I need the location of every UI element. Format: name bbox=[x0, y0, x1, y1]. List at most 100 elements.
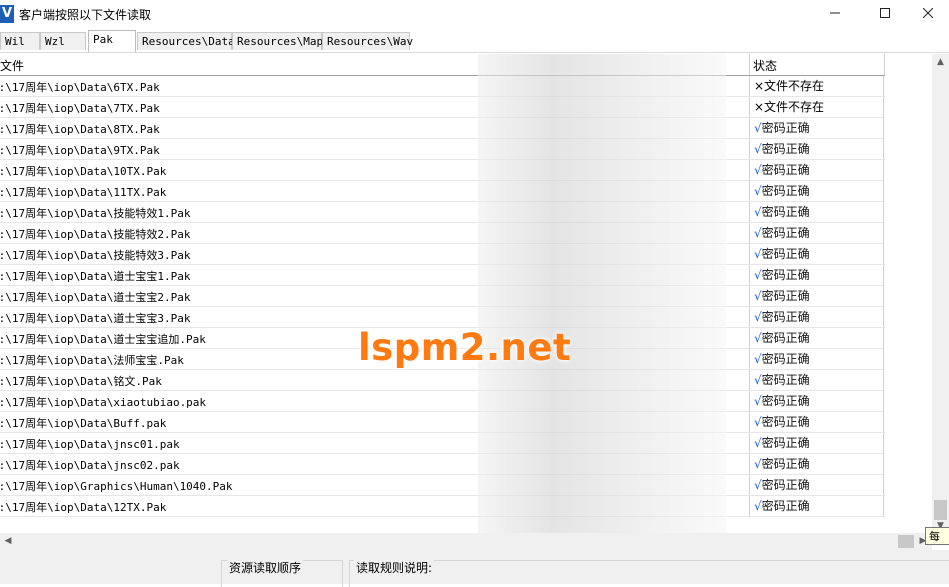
status-ok: √密码正确 bbox=[749, 370, 884, 390]
header-divider[interactable] bbox=[749, 54, 750, 75]
table-row[interactable]: D:\17周年\iop\Data\7TX.Pak ×文件不存在 bbox=[0, 97, 885, 118]
close-icon bbox=[922, 7, 934, 19]
table-row[interactable]: D:\17周年\iop\Data\jnsc01.pak √密码正确 bbox=[0, 433, 885, 454]
maximize-icon bbox=[880, 8, 890, 18]
scroll-left-icon[interactable]: ◀ bbox=[0, 533, 16, 550]
table-row[interactable]: D:\17周年\iop\Data\道士宝宝2.Pak √密码正确 bbox=[0, 286, 885, 307]
check-icon: √ bbox=[754, 457, 762, 471]
check-icon: √ bbox=[754, 289, 762, 303]
vertical-scroll-thumb[interactable] bbox=[934, 500, 947, 520]
bottom-panel: 资源读取顺序 读取规则说明: bbox=[0, 550, 949, 587]
file-path: D:\17周年\iop\Data\12TX.Pak bbox=[0, 501, 167, 514]
check-icon: √ bbox=[754, 247, 762, 261]
status-ok: √密码正确 bbox=[749, 160, 884, 180]
check-icon: √ bbox=[754, 142, 762, 156]
status-ok: √密码正确 bbox=[749, 475, 884, 495]
check-icon: √ bbox=[754, 226, 762, 240]
horizontal-scrollbar[interactable]: ◀ ▶ bbox=[0, 533, 932, 550]
file-path: D:\17周年\iop\Data\铭文.Pak bbox=[0, 375, 162, 388]
table-row[interactable]: D:\17周年\iop\Data\技能特效3.Pak √密码正确 bbox=[0, 244, 885, 265]
file-path: D:\17周年\iop\Data\xiaotubiao.pak bbox=[0, 396, 207, 409]
tab-resources-map[interactable]: Resources\Map bbox=[232, 32, 323, 50]
watermark: lspm2.net bbox=[358, 326, 572, 369]
table-row[interactable]: D:\17周年\iop\Data\道士宝宝1.Pak √密码正确 bbox=[0, 265, 885, 286]
status-ok: √密码正确 bbox=[749, 139, 884, 159]
minimize-icon bbox=[830, 12, 840, 14]
window-title: 客户端按照以下文件读取 bbox=[19, 8, 152, 22]
status-ok: √密码正确 bbox=[749, 118, 884, 138]
status-ok: √密码正确 bbox=[749, 454, 884, 474]
file-path: D:\17周年\iop\Data\Buff.pak bbox=[0, 417, 167, 430]
file-path: D:\17周年\iop\Graphics\Human\1040.Pak bbox=[0, 480, 233, 493]
table-row[interactable]: D:\17周年\iop\Graphics\Human\1040.Pak √密码正确 bbox=[0, 475, 885, 496]
check-icon: √ bbox=[754, 394, 762, 408]
status-ok: √密码正确 bbox=[749, 307, 884, 327]
table-row[interactable]: D:\17周年\iop\Data\Buff.pak √密码正确 bbox=[0, 412, 885, 433]
horizontal-scroll-thumb[interactable] bbox=[898, 535, 914, 548]
file-path: D:\17周年\iop\Data\道士宝宝1.Pak bbox=[0, 270, 191, 283]
group-label-rules: 读取规则说明: bbox=[354, 559, 435, 576]
blurred-column bbox=[478, 54, 726, 534]
check-icon: √ bbox=[754, 268, 762, 282]
file-path: D:\17周年\iop\Data\法师宝宝.Pak bbox=[0, 354, 184, 367]
check-icon: √ bbox=[754, 436, 762, 450]
status-ok: √密码正确 bbox=[749, 202, 884, 222]
tab-bar: Wil Wzl Pak Resources\Data Resources\Map… bbox=[0, 30, 949, 53]
table-row[interactable]: D:\17周年\iop\Data\8TX.Pak √密码正确 bbox=[0, 118, 885, 139]
maximize-button[interactable] bbox=[862, 0, 908, 28]
file-path: D:\17周年\iop\Data\10TX.Pak bbox=[0, 165, 167, 178]
file-path: D:\17周年\iop\Data\道士宝宝3.Pak bbox=[0, 312, 191, 325]
minimize-button[interactable] bbox=[812, 0, 858, 28]
tab-resources-data[interactable]: Resources\Data bbox=[137, 32, 235, 50]
check-icon: √ bbox=[754, 352, 762, 366]
list-header: 文件 状态 bbox=[0, 54, 885, 76]
file-path: D:\17周年\iop\Data\jnsc02.pak bbox=[0, 459, 180, 472]
table-row[interactable]: D:\17周年\iop\Data\6TX.Pak ×文件不存在 bbox=[0, 76, 885, 97]
check-icon: √ bbox=[754, 373, 762, 387]
table-row[interactable]: D:\17周年\iop\Data\9TX.Pak √密码正确 bbox=[0, 139, 885, 160]
table-row[interactable]: D:\17周年\iop\Data\xiaotubiao.pak √密码正确 bbox=[0, 391, 885, 412]
table-row[interactable]: D:\17周年\iop\Data\道士宝宝3.Pak √密码正确 bbox=[0, 307, 885, 328]
table-row[interactable]: D:\17周年\iop\Data\铭文.Pak √密码正确 bbox=[0, 370, 885, 391]
tab-wil[interactable]: Wil bbox=[0, 32, 40, 50]
file-path: D:\17周年\iop\Data\8TX.Pak bbox=[0, 123, 160, 136]
app-icon: V bbox=[0, 5, 14, 23]
status-missing: ×文件不存在 bbox=[749, 97, 884, 117]
header-status[interactable]: 状态 bbox=[753, 57, 777, 74]
header-divider[interactable] bbox=[884, 54, 885, 75]
table-row[interactable]: D:\17周年\iop\Data\技能特效1.Pak √密码正确 bbox=[0, 202, 885, 223]
file-list[interactable]: 文件 状态 D:\17周年\iop\Data\6TX.Pak ×文件不存在 D:\1… bbox=[0, 54, 930, 534]
file-path: D:\17周年\iop\Data\道士宝宝2.Pak bbox=[0, 291, 191, 304]
table-row[interactable]: D:\17周年\iop\Data\12TX.Pak √密码正确 bbox=[0, 496, 885, 517]
status-ok: √密码正确 bbox=[749, 181, 884, 201]
tooltip: 每一 bbox=[925, 527, 949, 561]
status-ok: √密码正确 bbox=[749, 349, 884, 369]
tab-wzl[interactable]: Wzl bbox=[40, 32, 86, 50]
close-button[interactable] bbox=[905, 0, 949, 28]
header-file[interactable]: 文件 bbox=[0, 57, 24, 74]
table-row[interactable]: D:\17周年\iop\Data\11TX.Pak √密码正确 bbox=[0, 181, 885, 202]
group-box-rules bbox=[349, 560, 949, 587]
check-icon: √ bbox=[754, 331, 762, 345]
check-icon: √ bbox=[754, 499, 762, 513]
file-path: D:\17周年\iop\Data\7TX.Pak bbox=[0, 102, 160, 115]
scroll-up-icon[interactable]: ▲ bbox=[932, 54, 949, 70]
file-path: D:\17周年\iop\Data\道士宝宝追加.Pak bbox=[0, 333, 206, 346]
vertical-scrollbar[interactable]: ▲ ▼ bbox=[932, 54, 949, 534]
table-row[interactable]: D:\17周年\iop\Data\技能特效2.Pak √密码正确 bbox=[0, 223, 885, 244]
check-icon: √ bbox=[754, 205, 762, 219]
tab-pak[interactable]: Pak bbox=[88, 30, 136, 52]
status-ok: √密码正确 bbox=[749, 265, 884, 285]
list-rows: D:\17周年\iop\Data\6TX.Pak ×文件不存在 D:\17周年\io… bbox=[0, 76, 885, 517]
status-ok: √密码正确 bbox=[749, 412, 884, 432]
status-ok: √密码正确 bbox=[749, 244, 884, 264]
check-icon: √ bbox=[754, 478, 762, 492]
file-path: D:\17周年\iop\Data\6TX.Pak bbox=[0, 81, 160, 94]
table-row[interactable]: D:\17周年\iop\Data\jnsc02.pak √密码正确 bbox=[0, 454, 885, 475]
status-ok: √密码正确 bbox=[749, 496, 884, 516]
title-bar: V 客户端按照以下文件读取 bbox=[0, 0, 949, 28]
tab-resources-wav[interactable]: Resources\Wav bbox=[322, 32, 413, 50]
table-row[interactable]: D:\17周年\iop\Data\10TX.Pak √密码正确 bbox=[0, 160, 885, 181]
status-ok: √密码正确 bbox=[749, 433, 884, 453]
check-icon: √ bbox=[754, 184, 762, 198]
